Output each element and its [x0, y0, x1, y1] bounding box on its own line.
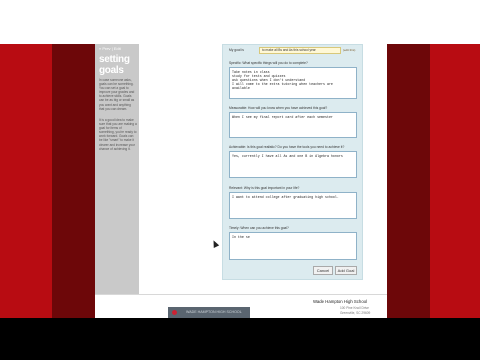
page-content: « Prev | Edit setting goals In case some… — [95, 44, 387, 318]
achievable-value: Yes, currently I have all As and one B i… — [232, 154, 343, 158]
school-banner[interactable]: WADE HAMPTON HIGH SCHOOL — [168, 307, 250, 318]
specific-field[interactable]: Take notes in class study for tests and … — [229, 67, 357, 99]
breadcrumb[interactable]: « Prev | Edit — [99, 46, 121, 51]
add-goal-button[interactable]: Add Goal — [335, 266, 357, 275]
smart-goal-form: My goal is to make all Bs and As this sc… — [222, 44, 363, 280]
edit-goal-link[interactable]: (edit this) — [343, 48, 355, 52]
achievable-label: Achievable: Is this goal realistic? Do y… — [229, 145, 345, 149]
footer-divider — [95, 294, 387, 295]
sidebar-title: setting goals — [99, 54, 137, 76]
banner-text: WADE HAMPTON HIGH SCHOOL — [186, 310, 242, 314]
measurable-label: Measurable: How will you know when you h… — [229, 106, 328, 110]
bottom-bar — [0, 318, 480, 360]
school-name: Wade Hampton High School — [313, 299, 368, 304]
achievable-field[interactable]: Yes, currently I have all As and one B i… — [229, 151, 357, 178]
background-stripe-right — [386, 44, 430, 318]
relevant-field[interactable]: I want to attend college after graduatin… — [229, 192, 357, 219]
measurable-field[interactable]: When I see my final report card after ea… — [229, 112, 357, 138]
sidebar-title-line1: setting — [99, 54, 130, 65]
cancel-button[interactable]: Cancel — [313, 266, 333, 275]
top-bar — [0, 0, 480, 44]
school-address-line1: 100 Pine Knoll Drive — [340, 306, 369, 310]
timely-label: Timely: When can you achieve this goal? — [229, 226, 289, 230]
specific-label: Specific: What specific things will you … — [229, 61, 308, 65]
relevant-label: Relevant: Why is this goal important in … — [229, 186, 300, 190]
background-stripe-left — [52, 44, 96, 318]
measurable-value: When I see my final report card after ea… — [232, 115, 333, 119]
timely-value: In the se — [232, 235, 250, 239]
goal-input[interactable]: to make all Bs and As this school year — [259, 47, 341, 54]
specific-value: Take notes in class study for tests and … — [232, 70, 333, 90]
sidebar-title-line2: goals — [99, 65, 124, 76]
sidebar: « Prev | Edit setting goals In case some… — [95, 44, 139, 294]
goal-label: My goal is — [229, 48, 244, 52]
timely-field[interactable]: In the se — [229, 232, 357, 260]
sidebar-paragraph: It is a good idea to make sure that you … — [99, 118, 137, 151]
banner-logo-icon — [172, 310, 177, 315]
relevant-value: I want to attend college after graduatin… — [232, 195, 339, 199]
sidebar-paragraph: In case someone asks, goals can be somet… — [99, 78, 135, 111]
school-address-line2: Greenville, SC 29609 — [340, 311, 371, 315]
